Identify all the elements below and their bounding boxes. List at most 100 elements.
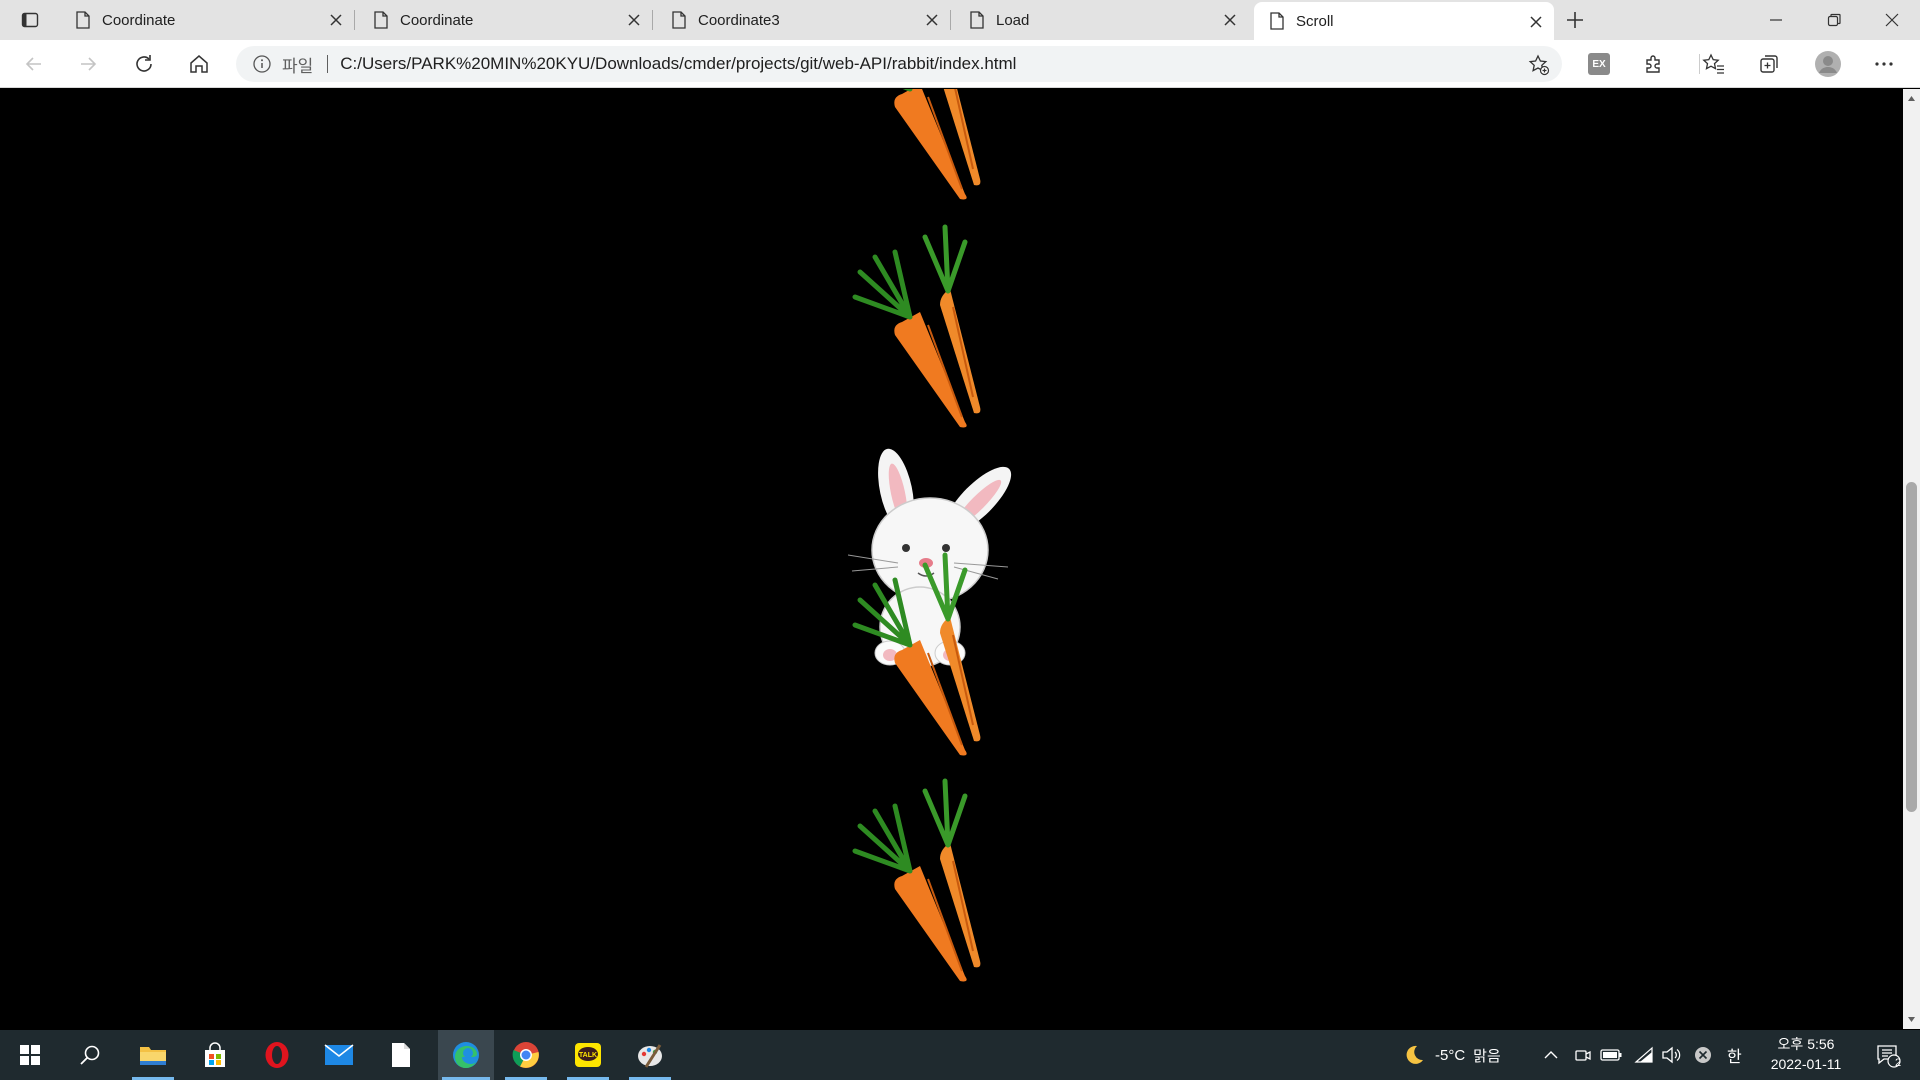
profile-button[interactable] bbox=[1812, 48, 1844, 80]
favorites-icon bbox=[1702, 53, 1724, 74]
opera-icon bbox=[265, 1042, 289, 1068]
store-button[interactable] bbox=[190, 1030, 240, 1080]
url-text[interactable]: C:/Users/PARK%20MIN%20KYU/Downloads/cmde… bbox=[340, 54, 1016, 74]
refresh-button[interactable] bbox=[128, 48, 160, 80]
scroll-down-arrow-icon[interactable] bbox=[1907, 1015, 1916, 1024]
close-tab-icon[interactable] bbox=[924, 12, 940, 28]
tab-separator bbox=[652, 10, 653, 30]
add-favorite-icon[interactable] bbox=[1528, 54, 1550, 76]
opera-button[interactable] bbox=[252, 1030, 302, 1080]
kakaotalk-button[interactable]: TALK bbox=[563, 1030, 613, 1080]
windows-taskbar: TALK -5°C 맑음 한 오후 5:56 2022-01-11 2 bbox=[0, 1030, 1920, 1080]
kakaotalk-icon: TALK bbox=[575, 1043, 601, 1067]
tab-coordinate3[interactable]: Coordinate3 bbox=[656, 0, 951, 40]
minimize-button[interactable] bbox=[1748, 0, 1804, 40]
tab-title: Coordinate3 bbox=[698, 11, 780, 29]
taskbar-clock[interactable]: 오후 5:56 2022-01-11 bbox=[1752, 1034, 1860, 1076]
tab-title: Coordinate bbox=[400, 11, 474, 29]
extension-ex-button[interactable]: EX bbox=[1583, 48, 1615, 80]
more-icon bbox=[1875, 62, 1893, 66]
paint-palette-icon bbox=[638, 1044, 662, 1068]
tab-separator bbox=[354, 10, 355, 30]
clock-time: 오후 5:56 bbox=[1777, 1036, 1835, 1052]
close-tab-icon[interactable] bbox=[626, 12, 642, 28]
page-viewport[interactable] bbox=[0, 89, 1903, 1029]
close-tab-icon[interactable] bbox=[328, 12, 344, 28]
scrollbar-thumb[interactable] bbox=[1906, 482, 1917, 812]
tab-coordinate-2[interactable]: Coordinate bbox=[358, 0, 653, 40]
extension-ex-icon: EX bbox=[1588, 53, 1610, 75]
volume-button[interactable] bbox=[1661, 1030, 1681, 1080]
forward-arrow-icon bbox=[81, 57, 97, 71]
edge-icon bbox=[453, 1042, 479, 1068]
address-bar[interactable]: 파일 C:/Users/PARK%20MIN%20KYU/Downloads/c… bbox=[236, 46, 1562, 82]
search-button[interactable] bbox=[65, 1030, 115, 1080]
notepad-button[interactable] bbox=[376, 1030, 426, 1080]
start-button[interactable] bbox=[5, 1030, 55, 1080]
close-tab-icon[interactable] bbox=[1222, 12, 1238, 28]
address-divider bbox=[327, 55, 329, 73]
notification-center-button[interactable]: 2 bbox=[1868, 1030, 1908, 1080]
speaker-icon bbox=[1662, 1046, 1681, 1064]
close-icon bbox=[1885, 13, 1899, 27]
carrot-image bbox=[852, 224, 981, 428]
tab-separator bbox=[950, 10, 951, 30]
scroll-up-arrow-icon[interactable] bbox=[1907, 94, 1916, 103]
back-arrow-icon bbox=[25, 57, 41, 71]
carrot-image bbox=[852, 778, 981, 982]
network-button[interactable] bbox=[1634, 1030, 1654, 1080]
weather-widget[interactable]: -5°C 맑음 bbox=[1403, 1030, 1501, 1080]
tab-load[interactable]: Load bbox=[954, 0, 1248, 40]
wifi-icon bbox=[1634, 1046, 1653, 1063]
favorites-button[interactable] bbox=[1698, 48, 1730, 80]
svg-text:TALK: TALK bbox=[579, 1052, 597, 1059]
mail-icon bbox=[324, 1044, 354, 1065]
restore-icon bbox=[1827, 13, 1841, 27]
puzzle-icon bbox=[1646, 55, 1660, 73]
collections-button[interactable] bbox=[1753, 48, 1785, 80]
vertical-scrollbar[interactable] bbox=[1903, 89, 1920, 1029]
mail-button[interactable] bbox=[314, 1030, 364, 1080]
document-icon bbox=[374, 11, 388, 29]
show-hidden-icons-button[interactable] bbox=[1543, 1030, 1559, 1080]
home-icon bbox=[190, 55, 208, 73]
chrome-icon bbox=[512, 1042, 539, 1068]
document-icon bbox=[970, 11, 984, 29]
battery-button[interactable] bbox=[1600, 1030, 1622, 1080]
clock-date: 2022-01-11 bbox=[1770, 1056, 1842, 1072]
file-explorer-button[interactable] bbox=[128, 1030, 178, 1080]
tab-coordinate-1[interactable]: Coordinate bbox=[60, 0, 355, 40]
chrome-button[interactable] bbox=[501, 1030, 551, 1080]
ime-indicator[interactable]: 한 bbox=[1727, 1030, 1742, 1080]
tab-actions-icon[interactable] bbox=[14, 8, 46, 32]
tab-strip: Coordinate Coordinate Coordinate3 Load S… bbox=[0, 0, 1920, 40]
search-icon bbox=[80, 1045, 100, 1065]
browser-toolbar: 파일 C:/Users/PARK%20MIN%20KYU/Downloads/c… bbox=[0, 40, 1920, 88]
protocol-label: 파일 bbox=[282, 56, 314, 76]
restore-button[interactable] bbox=[1806, 0, 1862, 40]
info-icon[interactable] bbox=[252, 54, 272, 74]
tab-title: Coordinate bbox=[102, 11, 176, 29]
extensions-button[interactable] bbox=[1638, 48, 1670, 80]
carrot-image bbox=[852, 552, 981, 756]
forward-button[interactable] bbox=[72, 48, 104, 80]
settings-more-button[interactable] bbox=[1868, 48, 1900, 80]
close-tab-icon[interactable] bbox=[1528, 14, 1544, 30]
moon-icon bbox=[1406, 1045, 1423, 1064]
paint-button[interactable] bbox=[625, 1030, 675, 1080]
tab-scroll[interactable]: Scroll bbox=[1254, 2, 1554, 40]
edge-button[interactable] bbox=[438, 1030, 494, 1080]
ime-label: 한 bbox=[1727, 1049, 1742, 1066]
home-button[interactable] bbox=[183, 48, 215, 80]
status-blocked-button[interactable] bbox=[1694, 1030, 1712, 1080]
back-button[interactable] bbox=[18, 48, 50, 80]
new-tab-button[interactable] bbox=[1562, 8, 1588, 32]
carrot-image bbox=[894, 89, 981, 200]
tab-title: Load bbox=[996, 11, 1030, 29]
meet-now-button[interactable] bbox=[1574, 1030, 1592, 1080]
battery-icon bbox=[1600, 1049, 1622, 1061]
weather-temperature: -5°C bbox=[1435, 1046, 1466, 1064]
document-icon bbox=[392, 1043, 410, 1067]
close-window-button[interactable] bbox=[1864, 0, 1920, 40]
minimize-icon bbox=[1770, 19, 1782, 21]
